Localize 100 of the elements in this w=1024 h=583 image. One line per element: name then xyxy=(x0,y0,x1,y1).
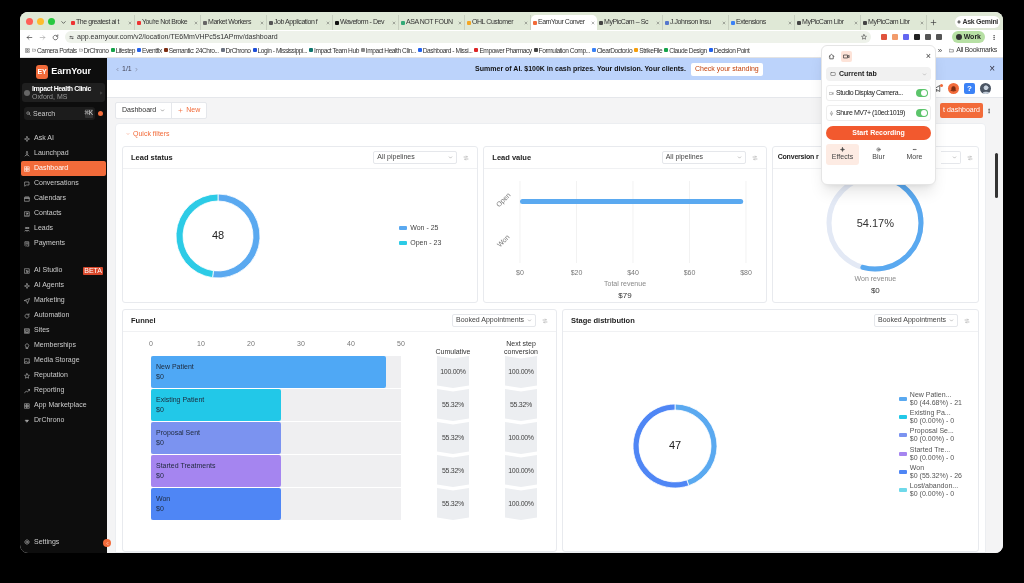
video-camera-icon xyxy=(843,53,850,60)
target-icon xyxy=(876,146,881,152)
site-icon xyxy=(203,20,207,25)
contact-card-icon xyxy=(24,210,30,217)
avatar[interactable] xyxy=(980,83,991,94)
site-icon xyxy=(599,20,603,25)
site-icon xyxy=(533,48,538,53)
site-icon xyxy=(863,20,867,25)
megaphone-icon[interactable] xyxy=(933,83,942,93)
avatar-icon xyxy=(24,89,30,96)
site-icon xyxy=(591,48,596,53)
video-camera-icon xyxy=(829,90,834,96)
site-icon xyxy=(731,20,735,25)
cursor-window-icon xyxy=(24,267,30,274)
swap-icon[interactable] xyxy=(967,154,973,161)
site-icon xyxy=(269,20,273,25)
settings-icon xyxy=(24,539,30,545)
chevron-right-icon[interactable] xyxy=(133,66,139,72)
site-icon xyxy=(252,48,257,53)
site-icon xyxy=(110,48,115,53)
help-button[interactable]: ? xyxy=(964,83,975,94)
close-window-button[interactable] xyxy=(26,17,33,25)
chevron-down-icon xyxy=(949,318,954,323)
plus-icon xyxy=(178,108,184,113)
maximize-window-button[interactable] xyxy=(48,17,55,25)
site-icon xyxy=(474,48,479,53)
browser-window-icon xyxy=(24,327,30,334)
kebab-menu-icon[interactable] xyxy=(986,106,992,115)
bell-icon xyxy=(950,85,957,92)
folder-icon xyxy=(949,48,955,53)
forward-icon[interactable] xyxy=(39,33,46,41)
sparkle-icon xyxy=(957,20,962,24)
close-button[interactable]: × xyxy=(989,64,995,74)
site-icon xyxy=(467,20,471,25)
chevron-down-icon xyxy=(922,71,927,77)
popup-tab[interactable] xyxy=(841,51,852,62)
more-bookmarks-button[interactable]: » xyxy=(937,46,943,55)
back-icon[interactable] xyxy=(26,33,33,41)
rocket-icon xyxy=(24,150,30,157)
site-icon xyxy=(137,48,141,53)
total-value: $79 xyxy=(618,289,632,302)
site-icon xyxy=(708,48,713,53)
grid-icon xyxy=(24,402,30,409)
tab-icon xyxy=(830,71,836,77)
chevron-down-icon[interactable] xyxy=(126,132,130,136)
chevron-left-icon[interactable] xyxy=(115,66,120,72)
swap-icon[interactable] xyxy=(463,154,470,161)
site-icon xyxy=(220,48,225,53)
chevron-down-icon xyxy=(527,318,532,323)
swap-icon[interactable] xyxy=(964,317,970,324)
toggle-switch[interactable] xyxy=(916,109,928,117)
microphone-icon xyxy=(829,110,834,116)
collapse-button[interactable] xyxy=(103,539,111,547)
close-button[interactable]: × xyxy=(925,52,931,61)
minimize-window-button[interactable] xyxy=(37,17,44,25)
popup-tab[interactable] xyxy=(826,51,837,62)
folder-icon xyxy=(32,48,36,53)
site-icon xyxy=(137,20,141,25)
sparkle-icon xyxy=(24,282,30,289)
site-icon xyxy=(309,48,314,53)
image-icon xyxy=(24,357,30,364)
site-icon xyxy=(634,48,639,53)
person-silhouette-icon xyxy=(980,84,991,94)
paper-plane-icon xyxy=(24,297,30,304)
folder-icon xyxy=(78,48,83,53)
sparkle-icon xyxy=(24,135,30,142)
site-icon xyxy=(401,20,405,25)
chevron-down-icon xyxy=(448,155,454,160)
sparkle-icon xyxy=(840,146,845,152)
caret-icon xyxy=(24,417,30,424)
site-icon xyxy=(533,20,537,25)
plus-icon[interactable] xyxy=(930,19,937,26)
people-icon xyxy=(24,225,30,232)
caret-icon[interactable] xyxy=(60,19,67,26)
site-icon xyxy=(665,20,669,25)
reload-icon[interactable] xyxy=(52,33,59,41)
chat-bubble-icon xyxy=(24,180,30,187)
swap-icon[interactable] xyxy=(751,154,758,161)
kebab-menu-icon[interactable] xyxy=(991,33,997,41)
ellipsis-icon xyxy=(912,146,917,152)
trend-line-icon xyxy=(24,387,30,394)
search-icon xyxy=(26,111,31,116)
receipt-icon xyxy=(24,240,30,247)
donut-total: 47 xyxy=(668,438,682,454)
pipeline-dropdown[interactable] xyxy=(941,151,961,164)
chevron-left-icon xyxy=(104,540,110,546)
grid-icon xyxy=(24,165,30,172)
toggle-switch[interactable] xyxy=(916,89,928,97)
site-icon xyxy=(335,20,339,25)
gauge-reading: 54.17% xyxy=(856,215,894,231)
notifications-button[interactable] xyxy=(948,83,959,94)
site-settings-icon[interactable] xyxy=(69,34,74,40)
calendar-icon xyxy=(24,195,30,202)
lightbulb-icon xyxy=(24,342,30,349)
star-icon xyxy=(24,372,30,379)
swap-icon[interactable] xyxy=(542,317,548,324)
apps-grid-icon[interactable] xyxy=(25,48,30,53)
site-icon xyxy=(71,20,75,25)
star-icon[interactable] xyxy=(860,34,867,40)
site-icon xyxy=(797,20,801,25)
